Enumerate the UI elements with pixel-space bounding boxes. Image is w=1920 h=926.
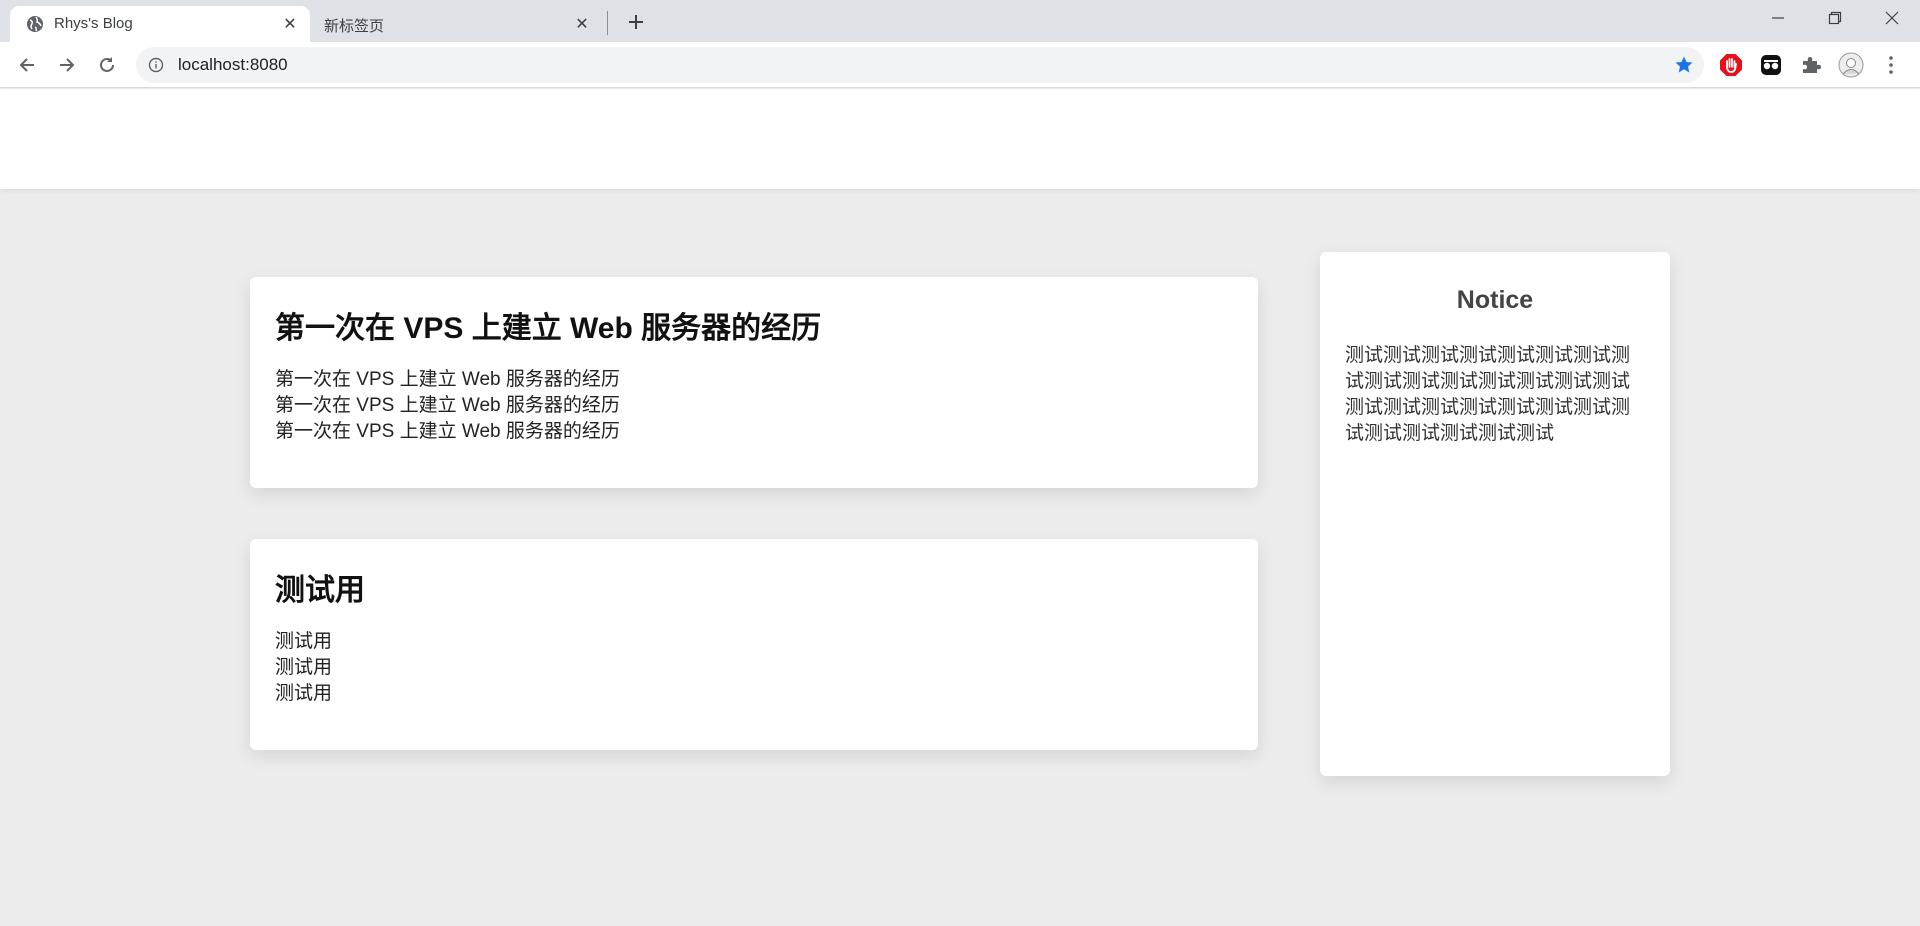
close-icon (1885, 11, 1898, 25)
avatar[interactable] (1838, 52, 1864, 78)
post-excerpt: 第一次在 VPS 上建立 Web 服务器的经历 第一次在 VPS 上建立 Web… (275, 367, 620, 445)
restore-button[interactable] (1806, 0, 1863, 36)
forward-button[interactable] (52, 50, 82, 80)
site-header (0, 89, 1920, 189)
close-window-button[interactable] (1863, 0, 1920, 36)
post-title[interactable]: 测试用 (275, 565, 365, 609)
post-card[interactable]: 测试用 测试用 测试用 测试用 (250, 539, 1258, 750)
bookmark-star-icon[interactable] (1674, 55, 1694, 75)
post-title[interactable]: 第一次在 VPS 上建立 Web 服务器的经历 (275, 303, 821, 347)
minimize-icon (1771, 17, 1784, 19)
post-excerpt-line: 测试用 (275, 657, 333, 678)
arrow-left-icon (19, 58, 34, 72)
address-bar[interactable]: localhost:8080 (136, 47, 1704, 83)
globe-icon (26, 15, 44, 33)
new-tab-button[interactable] (622, 8, 650, 36)
post-excerpt-line: 测试用 (275, 631, 333, 652)
info-icon[interactable] (148, 57, 164, 73)
back-button[interactable] (12, 50, 42, 80)
post-card[interactable]: 第一次在 VPS 上建立 Web 服务器的经历 第一次在 VPS 上建立 Web… (250, 277, 1258, 488)
puzzle-icon[interactable] (1798, 52, 1824, 78)
browser-toolbar: localhost:8080 (0, 42, 1920, 88)
tab-title: Rhys's Blog (54, 15, 133, 32)
post-excerpt-line: 第一次在 VPS 上建立 Web 服务器的经历 (275, 395, 620, 416)
close-tab-icon[interactable]: ✕ (280, 14, 300, 34)
plus-icon (629, 15, 643, 29)
reload-button[interactable] (92, 50, 122, 80)
post-excerpt-line: 第一次在 VPS 上建立 Web 服务器的经历 (275, 369, 620, 390)
notice-body: 测试测试测试测试测试测试测试测试测试测试测试测试测试测试测试测试测试测试测试测试… (1345, 345, 1631, 444)
more-menu-icon[interactable] (1878, 52, 1904, 78)
tab-rhys-blog[interactable]: Rhys's Blog ✕ (10, 6, 310, 42)
adblock-hand-icon[interactable] (1718, 52, 1744, 78)
incognito-glasses-icon[interactable] (1758, 52, 1784, 78)
tab-new-tab[interactable]: 新标签页 ✕ (312, 6, 602, 42)
browser-tab-bar: Rhys's Blog ✕ 新标签页 ✕ (0, 0, 1920, 42)
notice-title: Notice (1456, 286, 1534, 314)
close-tab-icon[interactable]: ✕ (572, 14, 592, 34)
notice-panel: Notice 测试测试测试测试测试测试测试测试测试测试测试测试测试测试测试测试测… (1320, 252, 1670, 776)
arrow-right-icon (60, 58, 75, 72)
minimize-button[interactable] (1749, 0, 1806, 36)
restore-icon (1828, 11, 1841, 25)
post-excerpt-line: 测试用 (275, 683, 333, 704)
tab-separator (607, 11, 608, 35)
post-excerpt: 测试用 测试用 测试用 (275, 629, 332, 707)
post-excerpt-line: 第一次在 VPS 上建立 Web 服务器的经历 (275, 421, 620, 442)
reload-icon (100, 57, 114, 72)
url-text[interactable]: localhost:8080 (178, 55, 288, 75)
tab-title: 新标签页 (324, 18, 385, 35)
